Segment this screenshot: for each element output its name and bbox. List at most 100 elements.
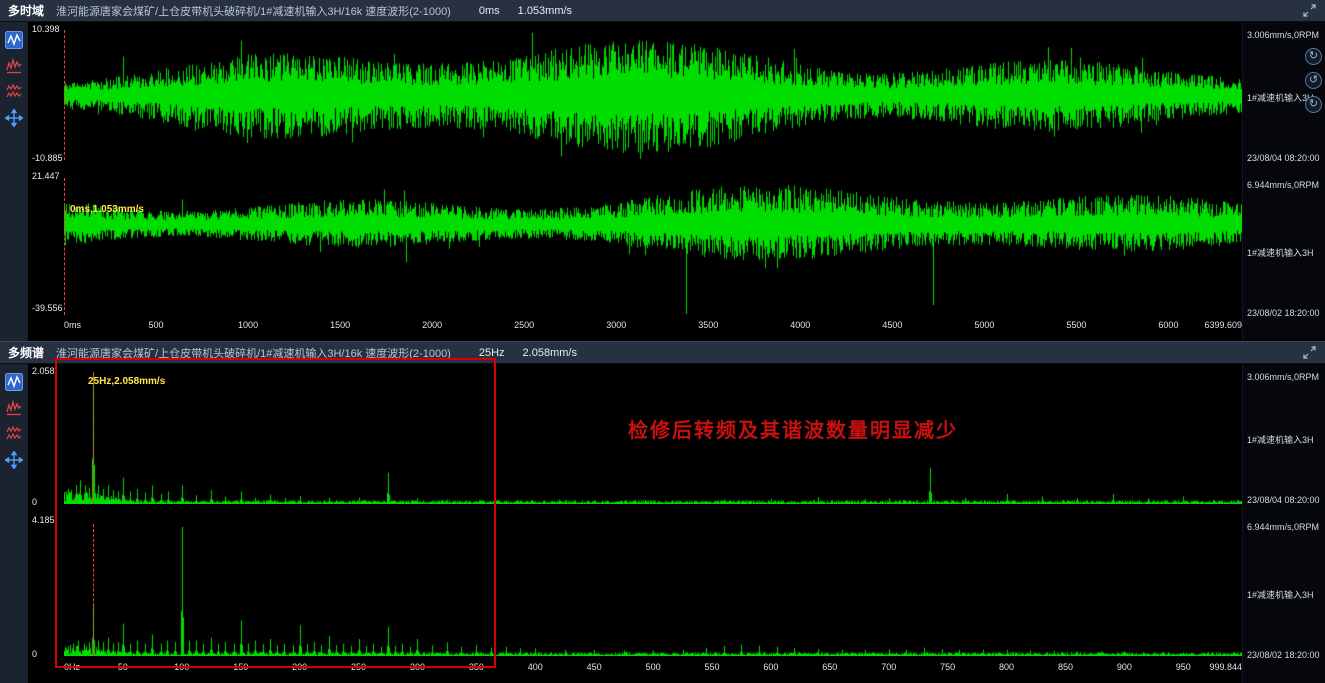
- axis-tick-label: 2500: [514, 320, 534, 330]
- wave1-ymax-label: 10.398: [32, 24, 60, 34]
- wave1-channel-label: 1#减速机输入3H: [1247, 91, 1314, 104]
- axis-tick-label: 350: [469, 662, 484, 672]
- wave2-ymax-label: 21.447: [32, 171, 60, 181]
- axis-tick-label: 4500: [882, 320, 902, 330]
- maintenance-note-text: 检修后转频及其谐波数量明显减少: [628, 414, 958, 443]
- fullscreen-expand-icon[interactable]: [1301, 345, 1317, 361]
- time-panel-toolbar: [0, 22, 28, 341]
- axis-tick-label: 250: [351, 662, 366, 672]
- stacked-trace-icon[interactable]: [4, 82, 24, 102]
- axis-tick-label: 6000: [1158, 320, 1178, 330]
- axis-tick-label: 900: [1117, 662, 1132, 672]
- waveform-tool-icon[interactable]: [4, 372, 24, 392]
- axis-tick-label: 600: [763, 662, 778, 672]
- time-panel-header: 多时域 淮河能源唐家会煤矿/上仓皮带机头破碎机/1#减速机输入3H/16k 速度…: [0, 0, 1325, 22]
- axis-tick-label: 4000: [790, 320, 810, 330]
- axis-tick-label: 450: [587, 662, 602, 672]
- wave1-ymin-label: -10.885: [32, 153, 63, 163]
- time-panel-label: 多时域: [8, 2, 44, 19]
- wave2-ymin-label: -39.556: [32, 303, 63, 313]
- spectrum-right-label-column: 3.006mm/s,0RPM 1#减速机输入3H 23/08/04 08:20:…: [1242, 364, 1325, 683]
- time-cursor-line[interactable]: [64, 178, 65, 315]
- spec2-ymax-label: 4.185: [32, 515, 55, 525]
- refresh-view-button[interactable]: ↻: [1305, 48, 1322, 65]
- pan-move-icon[interactable]: [4, 108, 24, 128]
- spec1-ymin-label: 0: [32, 497, 37, 507]
- spectrum-previous-plot[interactable]: [64, 524, 1242, 656]
- spectrum-cursor-x-readout: 25Hz: [479, 347, 505, 359]
- pan-move-icon[interactable]: [4, 450, 24, 470]
- spectrum-panel-label: 多频谱: [8, 344, 44, 361]
- axis-tick-label: 100: [174, 662, 189, 672]
- axis-tick-label: 3000: [606, 320, 626, 330]
- spectrum-cursor-line[interactable]: [93, 372, 94, 504]
- spec1-timestamp-label: 23/08/04 08:20:00: [1247, 495, 1320, 505]
- axis-tick-label: 1000: [238, 320, 258, 330]
- axis-tick-label: 650: [822, 662, 837, 672]
- axis-tick-label: 800: [999, 662, 1014, 672]
- time-right-label-column: 3.006mm/s,0RPM 1#减速机输入3H 23/08/04 08:20:…: [1242, 22, 1325, 341]
- spec1-amplitude-rpm-label: 3.006mm/s,0RPM: [1247, 372, 1319, 382]
- spec1-channel-label: 1#减速机输入3H: [1247, 433, 1314, 446]
- axis-tick-label: 950: [1176, 662, 1191, 672]
- time-cursor-y-readout: 1.053mm/s: [518, 5, 572, 17]
- spectrum-plot-area: 2.058 25Hz,2.058mm/s 0 4.185 0 0Hz 50 100 1…: [28, 364, 1242, 683]
- spec2-ymin-label: 0: [32, 649, 37, 659]
- axis-tick-label: 400: [528, 662, 543, 672]
- waveform-recent-canvas[interactable]: [64, 30, 1242, 160]
- axis-tick-label: 50: [118, 662, 128, 672]
- spectrum-previous-canvas[interactable]: [64, 524, 1242, 656]
- axis-tick-label: 6399.609: [1204, 320, 1242, 330]
- time-panel-title: 淮河能源唐家会煤矿/上仓皮带机头破碎机/1#减速机输入3H/16k 速度波形(2…: [56, 3, 451, 19]
- wave2-amplitude-rpm-label: 6.944mm/s,0RPM: [1247, 180, 1319, 190]
- waveform-previous-plot[interactable]: 0ms,1.053mm/s: [64, 178, 1242, 315]
- restore-view-button[interactable]: ↺: [1305, 72, 1322, 89]
- spectrum-cursor-annotation: 25Hz,2.058mm/s: [88, 376, 165, 387]
- time-plot-area: 10.398 -10.885 21.447 0ms,1.053mm/s -39.…: [28, 22, 1242, 341]
- axis-tick-label: 750: [940, 662, 955, 672]
- time-cursor-x-readout: 0ms: [479, 5, 500, 17]
- spectrum-cursor-line[interactable]: [93, 524, 94, 656]
- spectrum-panel: 多频谱 淮河能源唐家会煤矿/上仓皮带机头破碎机/1#减速机输入3H/16k 速度…: [0, 341, 1325, 683]
- axis-tick-label: 5500: [1066, 320, 1086, 330]
- axis-tick-label: 300: [410, 662, 425, 672]
- fullscreen-expand-icon[interactable]: [1301, 3, 1317, 19]
- axis-tick-label: 150: [233, 662, 248, 672]
- axis-tick-label: 850: [1058, 662, 1073, 672]
- waveform-tool-icon[interactable]: [4, 30, 24, 50]
- multi-trace-icon[interactable]: [4, 56, 24, 76]
- spectrum-panel-toolbar: [0, 364, 28, 683]
- wave1-amplitude-rpm-label: 3.006mm/s,0RPM: [1247, 30, 1319, 40]
- waveform-recent-plot[interactable]: [64, 30, 1242, 160]
- axis-tick-label: 550: [704, 662, 719, 672]
- axis-tick-label: 0Hz: [64, 662, 80, 672]
- axis-tick-label: 700: [881, 662, 896, 672]
- spectrum-panel-body: 2.058 25Hz,2.058mm/s 0 4.185 0 0Hz 50 100 1…: [0, 364, 1325, 683]
- axis-tick-label: 999.844: [1209, 662, 1242, 672]
- spec2-amplitude-rpm-label: 6.944mm/s,0RPM: [1247, 522, 1319, 532]
- axis-tick-label: 500: [646, 662, 661, 672]
- wave1-timestamp-label: 23/08/04 08:20:00: [1247, 153, 1320, 163]
- time-domain-panel: 多时域 淮河能源唐家会煤矿/上仓皮带机头破碎机/1#减速机输入3H/16k 速度…: [0, 0, 1325, 341]
- axis-tick-label: 5000: [974, 320, 994, 330]
- axis-tick-label: 0ms: [64, 320, 81, 330]
- time-cursor-line[interactable]: [64, 30, 65, 160]
- time-panel-body: 10.398 -10.885 21.447 0ms,1.053mm/s -39.…: [0, 22, 1325, 341]
- wave-cursor-annotation: 0ms,1.053mm/s: [70, 204, 144, 215]
- spec2-timestamp-label: 23/08/02 18:20:00: [1247, 650, 1320, 660]
- wave2-timestamp-label: 23/08/02 18:20:00: [1247, 308, 1320, 318]
- axis-tick-label: 2000: [422, 320, 442, 330]
- wave2-channel-label: 1#减速机输入3H: [1247, 246, 1314, 259]
- waveform-previous-canvas[interactable]: [64, 178, 1242, 315]
- spectrum-panel-header: 多频谱 淮河能源唐家会煤矿/上仓皮带机头破碎机/1#减速机输入3H/16k 速度…: [0, 342, 1325, 364]
- multi-trace-icon[interactable]: [4, 398, 24, 418]
- spec1-ymax-label: 2.058: [32, 366, 55, 376]
- axis-tick-label: 200: [292, 662, 307, 672]
- sync-view-button[interactable]: ↻: [1305, 96, 1322, 113]
- spectrum-panel-title: 淮河能源唐家会煤矿/上仓皮带机头破碎机/1#减速机输入3H/16k 速度波形(2…: [56, 345, 451, 361]
- stacked-trace-icon[interactable]: [4, 424, 24, 444]
- axis-tick-label: 1500: [330, 320, 350, 330]
- axis-tick-label: 3500: [698, 320, 718, 330]
- spectrum-cursor-y-readout: 2.058mm/s: [523, 347, 577, 359]
- spec2-channel-label: 1#减速机输入3H: [1247, 588, 1314, 601]
